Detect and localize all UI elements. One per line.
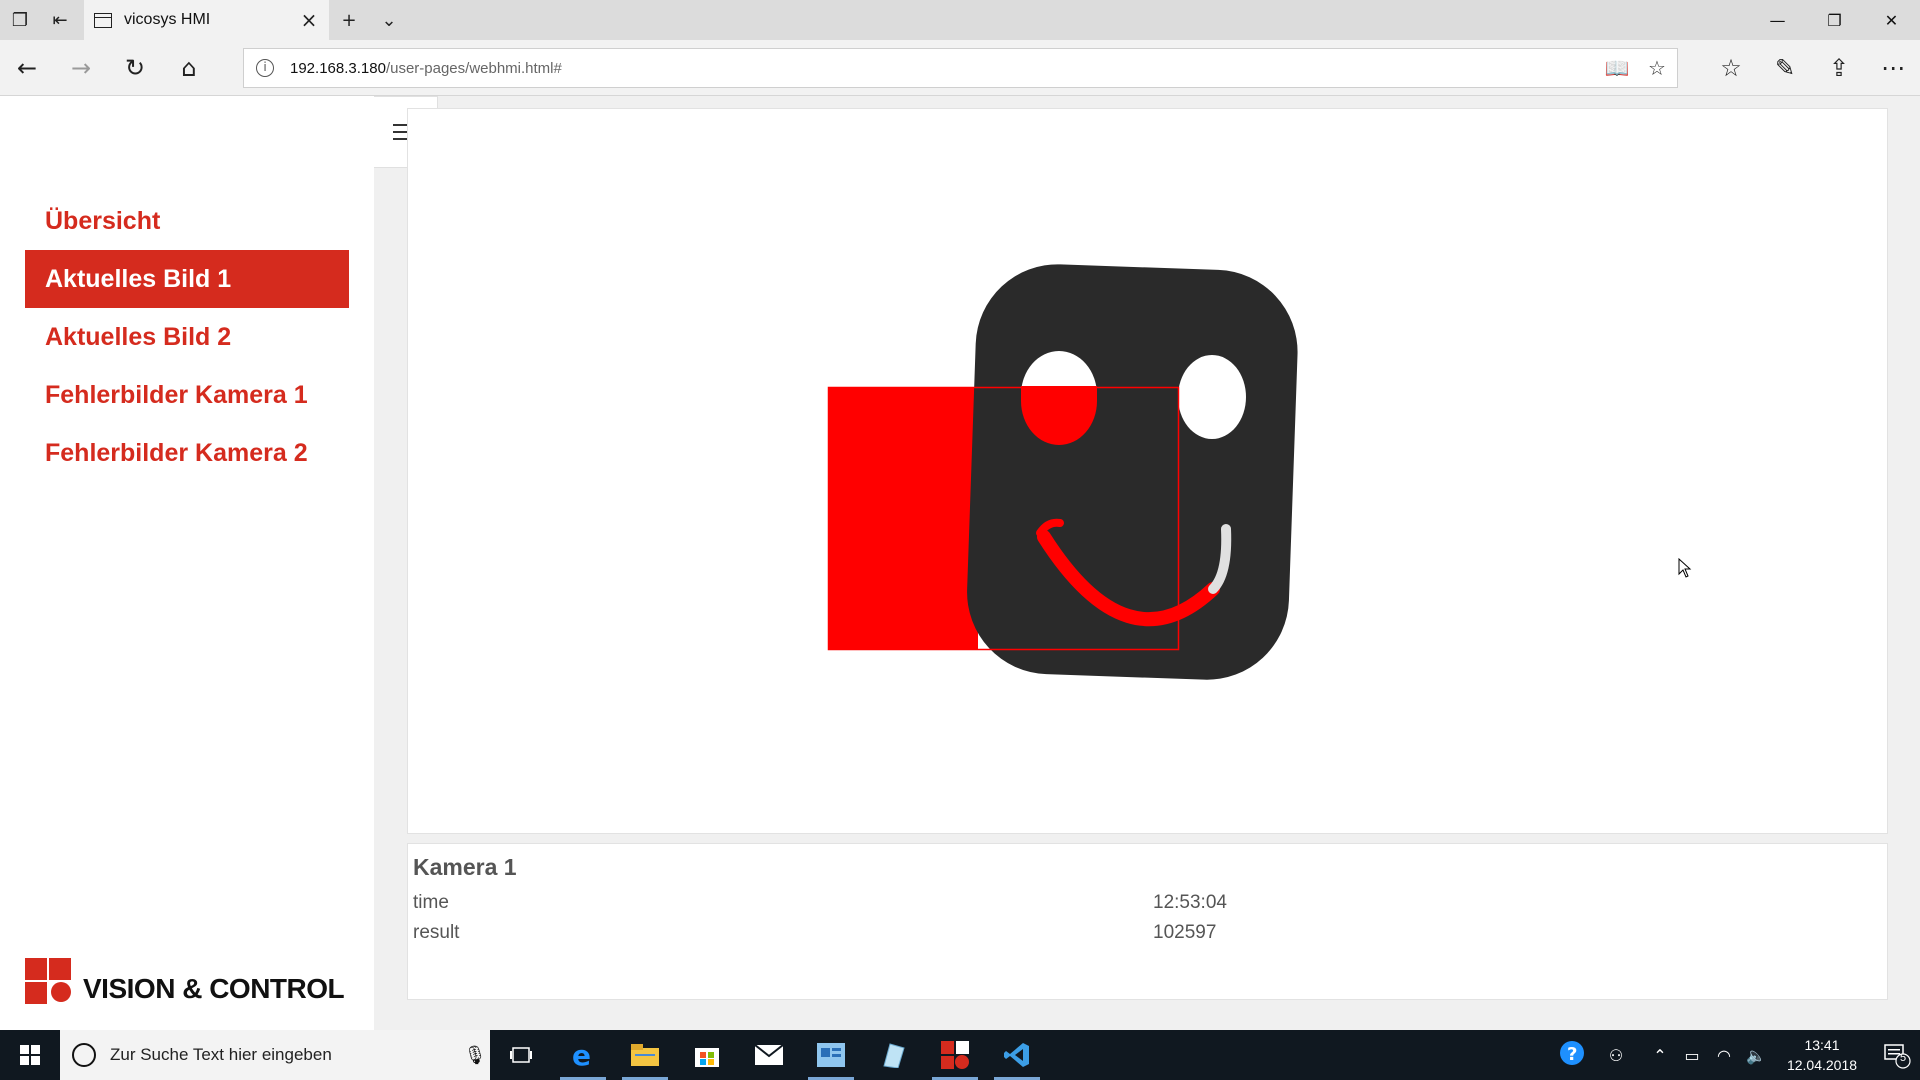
camera-image-panel [407,108,1888,834]
more-icon[interactable]: ⋯ [1866,40,1920,96]
home-icon[interactable]: ⌂ [162,40,216,96]
minimize-button[interactable]: — [1749,0,1806,40]
sidebar-item-aktuelles-bild-1[interactable]: Aktuelles Bild 1 [25,250,349,308]
address-bar[interactable]: i 192.168.3.180 /user-pages/webhmi.html#… [243,48,1678,88]
taskbar-clock[interactable]: 13:41 12.04.2018 [1772,1035,1872,1075]
chevron-down-icon[interactable]: ⌄ [369,0,409,40]
close-window-button[interactable]: ✕ [1863,0,1920,40]
edge-browser-icon[interactable]: e [552,1030,614,1080]
search-placeholder: Zur Suche Text hier eingeben [110,1045,332,1064]
sidebar-item-fehlerbilder-kamera-1[interactable]: Fehlerbilder Kamera 1 [25,366,349,424]
sidebar-item-uebersicht[interactable]: Übersicht [25,192,349,250]
close-tab-icon[interactable]: × [299,8,319,32]
people-icon[interactable]: ⚇ [1588,1046,1644,1065]
favorites-icon[interactable]: ☆ [1704,40,1758,96]
sidebar-menu: Übersicht Aktuelles Bild 1 Aktuelles Bil… [25,192,349,482]
help-icon[interactable]: ? [1556,1040,1588,1070]
notification-count: 5 [1899,1052,1907,1064]
favorite-star-icon[interactable]: ☆ [1637,56,1677,80]
tab-manager-icon[interactable]: ❐ [0,0,40,40]
clock-time: 13:41 [1804,1037,1840,1053]
set-aside-tabs-icon[interactable]: ⇤ [40,0,80,40]
tab-title: vicosys HMI [124,11,211,28]
share-icon[interactable]: ⇪ [1812,40,1866,96]
url-host: 192.168.3.180 [290,59,386,77]
vscode-icon[interactable] [986,1030,1048,1080]
vision-control-app-icon[interactable] [924,1030,986,1080]
camera-title: Kamera 1 [413,854,517,880]
browser-tab-bar: ❐ ⇤ vicosys HMI × + ⌄ — ❐ ✕ [0,0,1920,40]
control-panel-icon[interactable] [800,1030,862,1080]
sidebar: Übersicht Aktuelles Bild 1 Aktuelles Bil… [0,96,374,1030]
browser-nav-bar: ← → ↻ ⌂ i 192.168.3.180 /user-pages/webh… [0,40,1920,96]
camera-image [408,109,1887,833]
volume-icon[interactable]: 🔈 [1740,1046,1772,1065]
windows-taskbar: Zur Suche Text hier eingeben 🎙 e ? ⚇ ⌃ ▭… [0,1030,1920,1080]
reading-view-icon[interactable]: 📖 [1597,56,1637,80]
info-icon[interactable]: i [256,59,274,77]
taskbar-search[interactable]: Zur Suche Text hier eingeben 🎙 [60,1030,490,1080]
windows-logo-icon [20,1045,40,1065]
mail-icon[interactable] [738,1030,800,1080]
battery-icon[interactable]: ▭ [1676,1046,1708,1065]
store-icon[interactable] [676,1030,738,1080]
task-view-icon[interactable] [490,1030,552,1080]
svg-text:?: ? [1567,1044,1577,1065]
browser-tab[interactable]: vicosys HMI × [84,0,329,40]
info-key: time [413,892,449,913]
forward-icon[interactable]: → [54,40,108,96]
cortana-icon [72,1043,96,1067]
refresh-icon[interactable]: ↻ [108,40,162,96]
info-key: result [413,922,460,943]
logo-mark [25,958,73,1004]
page-icon [94,12,112,28]
chevron-up-icon[interactable]: ⌃ [1644,1046,1676,1065]
company-logo: VISION & CONTROL [25,958,345,1004]
defect-overlay-fill [828,387,978,649]
info-value: 12:53:04 [1153,892,1227,913]
logo-text: VISION & CONTROL [83,973,345,1004]
url-path: /user-pages/webhmi.html# [385,59,562,77]
back-icon[interactable]: ← [0,40,54,96]
mouse-cursor-icon [1678,558,1692,578]
file-explorer-icon[interactable] [614,1030,676,1080]
info-value: 102597 [1153,922,1217,943]
clock-date: 12.04.2018 [1786,1057,1858,1073]
sidebar-item-fehlerbilder-kamera-2[interactable]: Fehlerbilder Kamera 2 [25,424,349,482]
right-eye [1178,355,1246,439]
page-content: Übersicht Aktuelles Bild 1 Aktuelles Bil… [0,96,1920,1030]
notepad-icon[interactable] [862,1030,924,1080]
wifi-icon[interactable]: ◠ [1708,1046,1740,1065]
system-tray: ? ⚇ ⌃ ▭ ◠ 🔈 13:41 12.04.2018 5 [1556,1030,1920,1080]
svg-text:e: e [572,1042,591,1068]
microphone-icon[interactable]: 🎙 [460,1045,490,1066]
camera-info-panel: Kamera 1 time 12:53:04 result 102597 [407,843,1888,1000]
new-tab-icon[interactable]: + [329,0,369,40]
sidebar-item-aktuelles-bild-2[interactable]: Aktuelles Bild 2 [25,308,349,366]
action-center-icon[interactable]: 5 [1872,1030,1920,1080]
restore-button[interactable]: ❐ [1806,0,1863,40]
pen-icon[interactable]: ✎ [1758,40,1812,96]
start-button[interactable] [0,1030,60,1080]
